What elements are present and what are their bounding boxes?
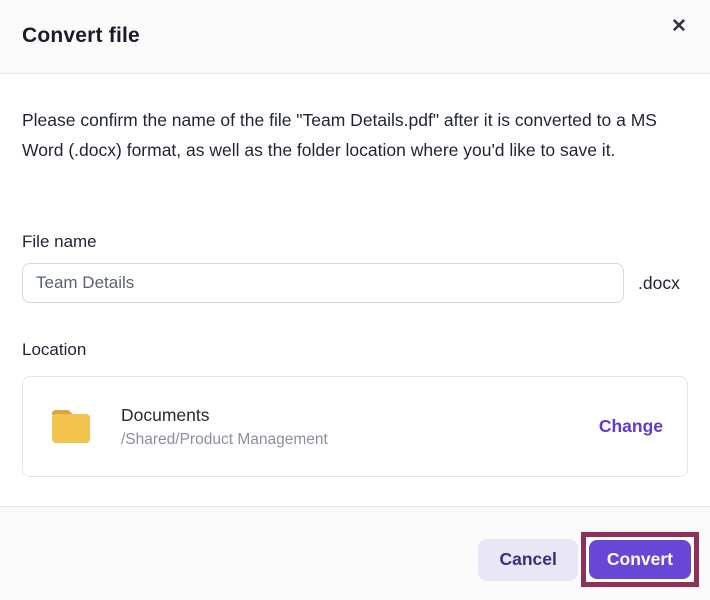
convert-file-dialog: Convert file ✕ Please confirm the name o… <box>0 0 710 600</box>
dialog-footer: Cancel Convert <box>0 506 710 600</box>
file-extension-suffix: .docx <box>638 272 680 293</box>
cancel-button[interactable]: Cancel <box>478 538 578 581</box>
dialog-header: Convert file ✕ <box>0 0 710 74</box>
folder-icon <box>49 408 93 446</box>
file-name-row: .docx <box>22 263 680 303</box>
location-card: Documents /Shared/Product Management Cha… <box>22 376 688 477</box>
folder-info: Documents /Shared/Product Management <box>121 405 328 449</box>
annotation-highlight-box: Convert <box>580 532 699 587</box>
location-label: Location <box>22 340 87 359</box>
file-name-label: File name <box>22 232 97 251</box>
folder-name: Documents <box>121 404 210 425</box>
dialog-title: Convert file <box>22 24 140 47</box>
file-name-input[interactable] <box>22 263 624 303</box>
folder-path: /Shared/Product Management <box>121 430 328 448</box>
confirmation-message: Please confirm the name of the file "Tea… <box>22 110 657 160</box>
convert-button[interactable]: Convert <box>588 540 691 579</box>
close-icon[interactable]: ✕ <box>664 12 694 42</box>
change-location-link[interactable]: Change <box>599 416 663 437</box>
